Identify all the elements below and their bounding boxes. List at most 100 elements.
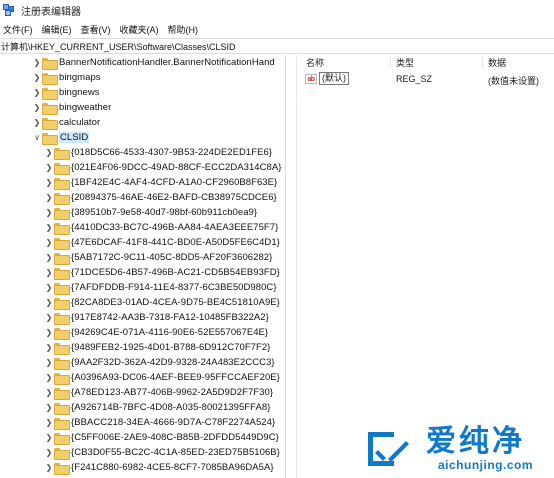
values-list[interactable]: 名称 类型 数据 ab (默认) REG_SZ (数值未设置) xyxy=(300,55,554,478)
menu-favorites[interactable]: 收藏夹(A) xyxy=(117,23,165,36)
clsid-key-label[interactable]: {CB3D0F55-BC2C-4C1A-85ED-23ED75B5106B} xyxy=(71,447,280,458)
chevron-right-icon[interactable]: ❯ xyxy=(44,432,54,444)
clsid-key-row[interactable]: ❯ {94269C4E-071A-4116-90E6-52E557067E4E} xyxy=(0,325,285,340)
chevron-right-icon[interactable]: ❯ xyxy=(44,192,54,204)
tree-node-label[interactable]: bingweather xyxy=(59,102,111,113)
clsid-key-row[interactable]: ❯ {82CA8DE3-01AD-4CEA-9D75-BE4C51810A9E} xyxy=(0,295,285,310)
tree-node-label[interactable]: calculator xyxy=(59,117,100,128)
chevron-right-icon[interactable]: ❯ xyxy=(32,102,42,114)
chevron-right-icon[interactable]: ❯ xyxy=(44,177,54,189)
chevron-right-icon[interactable]: ❯ xyxy=(44,237,54,249)
address-path[interactable]: 计算机\HKEY_CURRENT_USER\Software\Classes\C… xyxy=(1,40,236,53)
clsid-key-row[interactable]: ❯ {018D5C66-4533-4307-9B53-224DE2ED1FE6} xyxy=(0,145,285,160)
clsid-key-row[interactable]: ❯ {A78ED123-AB77-406B-9962-2A5D9D2F7F30} xyxy=(0,385,285,400)
clsid-key-label[interactable]: {C5FF006E-2AE9-408C-B85B-2DFDD5449D9C} xyxy=(71,432,279,443)
clsid-key-label[interactable]: {389510b7-9e58-40d7-98bf-60b911cb0ea9} xyxy=(71,207,257,218)
clsid-key-label[interactable]: {47E6DCAF-41F8-441C-BD0E-A50D5FE6C4D1} xyxy=(71,237,280,248)
chevron-right-icon[interactable]: ❯ xyxy=(44,447,54,459)
tree-node-label[interactable]: bingmaps xyxy=(59,72,101,83)
menu-edit[interactable]: 编辑(E) xyxy=(39,23,78,36)
column-header-name[interactable]: 名称 xyxy=(306,56,324,69)
chevron-right-icon[interactable]: ❯ xyxy=(44,372,54,384)
clsid-key-row[interactable]: ❯ {917E8742-AA3B-7318-FA12-10485FB322A2} xyxy=(0,310,285,325)
clsid-key-row[interactable]: ❯ {71DCE5D6-4B57-496B-AC21-CD5B54EB93FD} xyxy=(0,265,285,280)
clsid-key-label[interactable]: {BBACC218-34EA-4666-9D7A-C78F2274A524} xyxy=(71,417,275,428)
chevron-right-icon[interactable]: ❯ xyxy=(44,327,54,339)
clsid-key-row[interactable]: ❯ {389510b7-9e58-40d7-98bf-60b911cb0ea9} xyxy=(0,205,285,220)
clsid-key-label[interactable]: {A78ED123-AB77-406B-9962-2A5D9D2F7F30} xyxy=(71,387,273,398)
menu-help[interactable]: 帮助(H) xyxy=(165,23,205,36)
list-row-default-value[interactable]: ab (默认) REG_SZ (数值未设置) xyxy=(300,71,554,87)
column-header-data[interactable]: 数据 xyxy=(488,56,506,69)
tree-node[interactable]: ❯ BannerNotificationHandler.BannerNotifi… xyxy=(0,55,285,70)
value-name[interactable]: (默认) xyxy=(319,72,349,85)
chevron-right-icon[interactable]: ❯ xyxy=(44,207,54,219)
clsid-key-label[interactable]: {94269C4E-071A-4116-90E6-52E557067E4E} xyxy=(71,327,268,338)
clsid-key-label[interactable]: {7AFDFDDB-F914-11E4-8377-6C3BE50D980C} xyxy=(71,282,277,293)
clsid-key-label[interactable]: {A926714B-7BFC-4D08-A035-80021395FFA8} xyxy=(71,402,270,413)
clsid-key-row[interactable]: ❯ {CB3D0F55-BC2C-4C1A-85ED-23ED75B5106B} xyxy=(0,445,285,460)
clsid-key-label[interactable]: {A0396A93-DC06-4AEF-BEE9-95FFCCAEF20E} xyxy=(71,372,280,383)
clsid-key-row[interactable]: ❯ {47E6DCAF-41F8-441C-BD0E-A50D5FE6C4D1} xyxy=(0,235,285,250)
chevron-right-icon[interactable]: ❯ xyxy=(44,417,54,429)
chevron-right-icon[interactable]: ❯ xyxy=(44,282,54,294)
chevron-right-icon[interactable]: ❯ xyxy=(44,342,54,354)
clsid-key-row[interactable]: ❯ {1BF42E4C-4AF4-4CFD-A1A0-CF2960B8F63E} xyxy=(0,175,285,190)
chevron-right-icon[interactable]: ❯ xyxy=(44,312,54,324)
clsid-key-row[interactable]: ❯ {C5FF006E-2AE9-408C-B85B-2DFDD5449D9C} xyxy=(0,430,285,445)
chevron-right-icon[interactable]: ❯ xyxy=(32,87,42,99)
clsid-key-row[interactable]: ❯ {F241C880-6982-4CE5-8CF7-7085BA96DA5A} xyxy=(0,460,285,475)
column-separator[interactable] xyxy=(390,57,391,68)
tree-node-label[interactable]: bingnews xyxy=(59,87,100,98)
tree-node[interactable]: ❯ bingnews xyxy=(0,85,285,100)
clsid-key-label[interactable]: {917E8742-AA3B-7318-FA12-10485FB322A2} xyxy=(71,312,269,323)
clsid-key-label[interactable]: {1BF42E4C-4AF4-4CFD-A1A0-CF2960B8F63E} xyxy=(71,177,277,188)
clsid-key-row[interactable]: ❯ {9AA2F32D-362A-42D9-9328-24A483E2CCC3} xyxy=(0,355,285,370)
clsid-key-row[interactable]: ❯ {9489FEB2-1925-4D01-B788-6D912C70F7F2} xyxy=(0,340,285,355)
column-separator[interactable] xyxy=(482,57,483,68)
chevron-down-icon[interactable]: ∨ xyxy=(32,132,42,144)
clsid-key-row[interactable]: ❯ {021E4F06-9DCC-49AD-88CF-ECC2DA314C8A} xyxy=(0,160,285,175)
clsid-key-label[interactable]: {5AB7172C-9C11-405C-8DD5-AF20F3606282} xyxy=(71,252,272,263)
chevron-right-icon[interactable]: ❯ xyxy=(32,117,42,129)
chevron-right-icon[interactable]: ❯ xyxy=(44,297,54,309)
chevron-right-icon[interactable]: ❯ xyxy=(44,147,54,159)
registry-tree[interactable]: ❯ BannerNotificationHandler.BannerNotifi… xyxy=(0,55,286,478)
address-bar[interactable]: 计算机\HKEY_CURRENT_USER\Software\Classes\C… xyxy=(0,38,554,54)
tree-node[interactable]: ❯ bingweather xyxy=(0,100,285,115)
column-header-type[interactable]: 类型 xyxy=(396,56,414,69)
clsid-key-label[interactable]: {9489FEB2-1925-4D01-B788-6D912C70F7F2} xyxy=(71,342,270,353)
menu-view[interactable]: 查看(V) xyxy=(78,23,117,36)
clsid-key-row[interactable]: ❯ {4410DC33-BC7C-496B-AA84-4AEA3EEE75F7} xyxy=(0,220,285,235)
chevron-right-icon[interactable]: ❯ xyxy=(32,57,42,69)
clsid-key-row[interactable]: ❯ {A926714B-7BFC-4D08-A035-80021395FFA8} xyxy=(0,400,285,415)
clsid-key-row[interactable]: ❯ {7AFDFDDB-F914-11E4-8377-6C3BE50D980C} xyxy=(0,280,285,295)
clsid-key-row[interactable]: ❯ {20894375-46AE-46E2-BAFD-CB38975CDCE6} xyxy=(0,190,285,205)
chevron-right-icon[interactable]: ❯ xyxy=(44,162,54,174)
clsid-key-label[interactable]: {F241C880-6982-4CE5-8CF7-7085BA96DA5A} xyxy=(71,462,274,473)
tree-node-label[interactable]: CLSID xyxy=(59,132,90,143)
tree-node[interactable]: ❯ bingmaps xyxy=(0,70,285,85)
clsid-key-label[interactable]: {82CA8DE3-01AD-4CEA-9D75-BE4C51810A9E} xyxy=(71,297,280,308)
chevron-right-icon[interactable]: ❯ xyxy=(44,222,54,234)
clsid-key-label[interactable]: {4410DC33-BC7C-496B-AA84-4AEA3EEE75F7} xyxy=(71,222,278,233)
clsid-key-label[interactable]: {20894375-46AE-46E2-BAFD-CB38975CDCE6} xyxy=(71,192,277,203)
clsid-key-label[interactable]: {018D5C66-4533-4307-9B53-224DE2ED1FE6} xyxy=(71,147,272,158)
clsid-key-row[interactable]: ❯ {A0396A93-DC06-4AEF-BEE9-95FFCCAEF20E} xyxy=(0,370,285,385)
tree-node[interactable]: ❯ calculator xyxy=(0,115,285,130)
chevron-right-icon[interactable]: ❯ xyxy=(32,72,42,84)
menu-file[interactable]: 文件(F) xyxy=(0,23,39,36)
clsid-key-row[interactable]: ❯ {5AB7172C-9C11-405C-8DD5-AF20F3606282} xyxy=(0,250,285,265)
chevron-right-icon[interactable]: ❯ xyxy=(44,267,54,279)
chevron-right-icon[interactable]: ❯ xyxy=(44,402,54,414)
tree-node-selected[interactable]: ∨ CLSID xyxy=(0,130,285,145)
chevron-right-icon[interactable]: ❯ xyxy=(44,252,54,264)
tree-node-label[interactable]: BannerNotificationHandler.BannerNotifica… xyxy=(59,57,275,68)
clsid-key-label[interactable]: {71DCE5D6-4B57-496B-AC21-CD5B54EB93FD} xyxy=(71,267,280,278)
chevron-right-icon[interactable]: ❯ xyxy=(44,357,54,369)
clsid-key-label[interactable]: {9AA2F32D-362A-42D9-9328-24A483E2CCC3} xyxy=(71,357,275,368)
chevron-right-icon[interactable]: ❯ xyxy=(44,462,54,474)
clsid-key-label[interactable]: {021E4F06-9DCC-49AD-88CF-ECC2DA314C8A} xyxy=(71,162,281,173)
clsid-key-row[interactable]: ❯ {BBACC218-34EA-4666-9D7A-C78F2274A524} xyxy=(0,415,285,430)
chevron-right-icon[interactable]: ❯ xyxy=(44,387,54,399)
